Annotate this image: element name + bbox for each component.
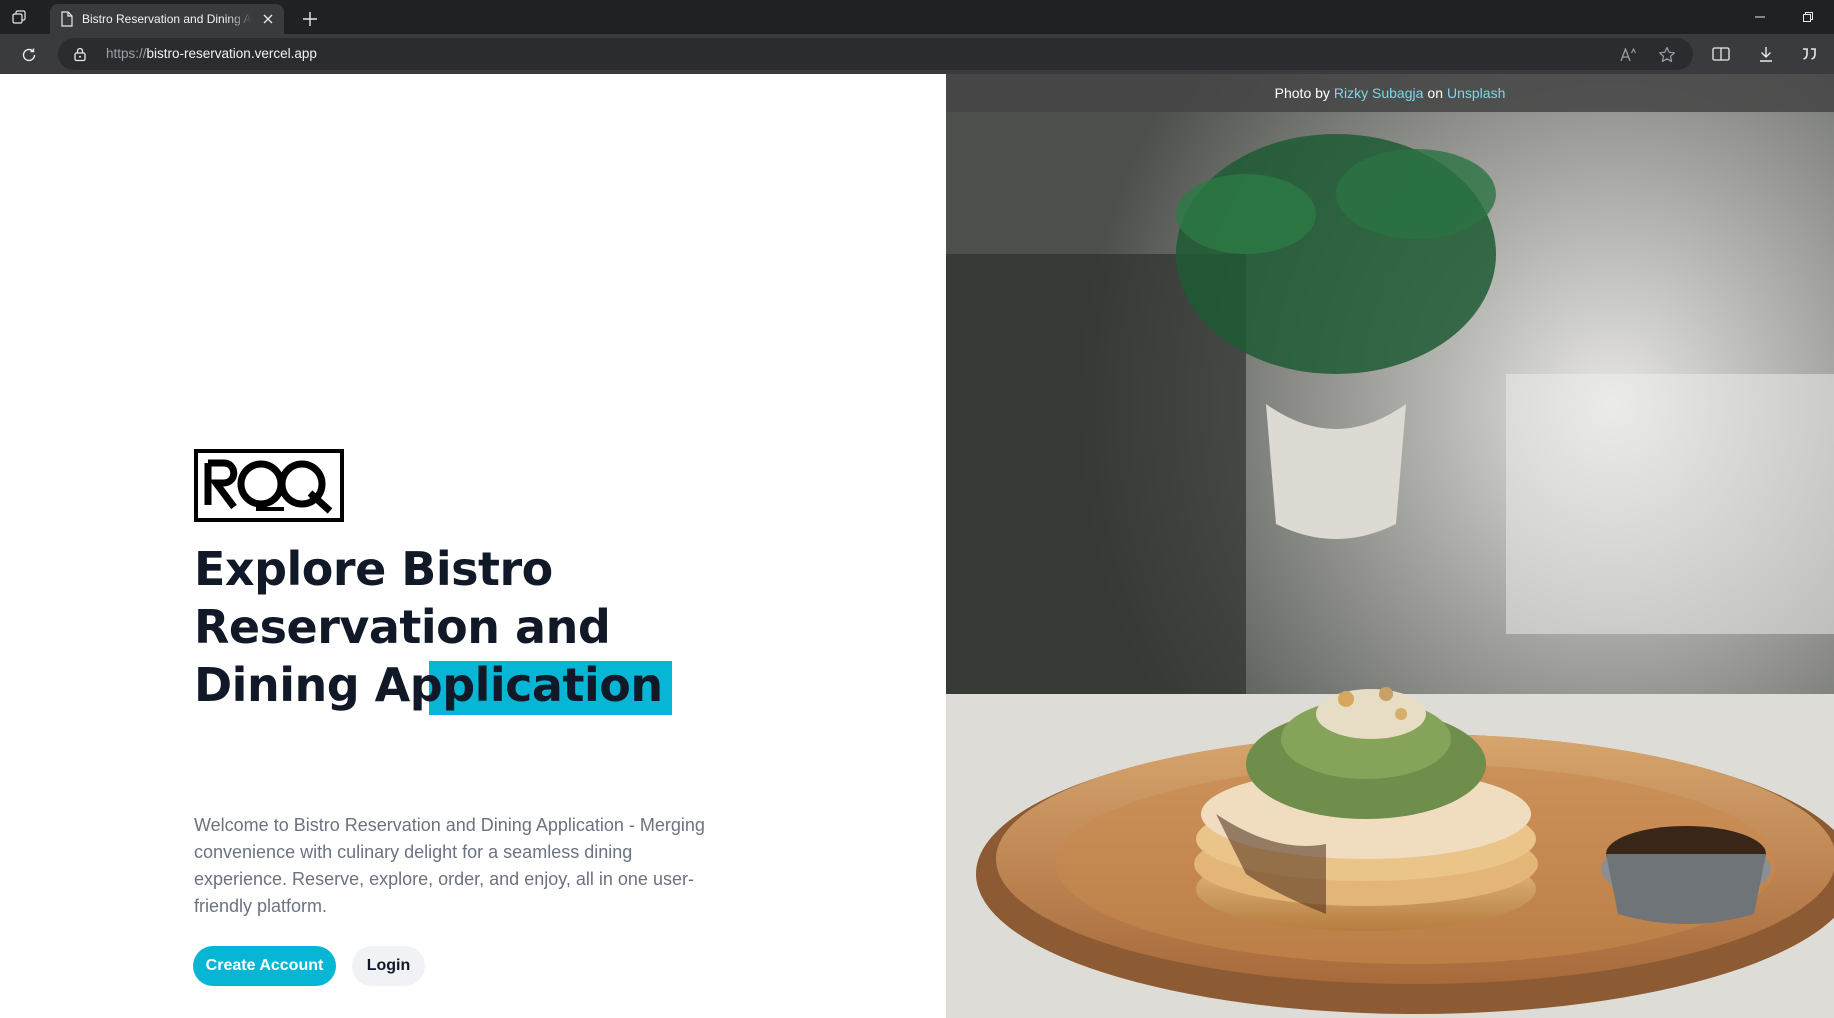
pancake-photo <box>946 74 1834 1018</box>
browser-toolbar: https://bistro-reservation.vercel.app <box>0 34 1834 74</box>
unsplash-link[interactable]: Unsplash <box>1447 85 1505 101</box>
tab-title: Bistro Reservation and Dining Applicatio… <box>82 12 252 26</box>
restore-button[interactable] <box>1786 0 1830 34</box>
reload-button[interactable] <box>16 42 42 68</box>
create-account-button[interactable]: Create Account <box>193 946 336 986</box>
minimize-button[interactable] <box>1738 0 1782 34</box>
extension-button[interactable] <box>1798 43 1820 65</box>
star-icon <box>1659 46 1675 63</box>
headline-highlight-text: pplication <box>409 658 663 712</box>
rcq-logo <box>194 449 344 522</box>
url-text[interactable]: https://bistro-reservation.vercel.app <box>106 46 317 61</box>
tab-close-button[interactable] <box>260 11 276 27</box>
url-host: bistro-reservation.vercel.app <box>146 46 317 61</box>
read-aloud-icon <box>1620 48 1636 62</box>
restore-icon <box>1803 12 1813 22</box>
download-icon <box>1760 47 1772 62</box>
address-bar[interactable]: https://bistro-reservation.vercel.app <box>58 38 1693 70</box>
hero-headline: Explore Bistro Reservation and Dining Ap… <box>194 540 754 715</box>
split-screen-button[interactable] <box>1710 43 1732 65</box>
hero-description: Welcome to Bistro Reservation and Dining… <box>194 815 705 916</box>
url-scheme: https:// <box>106 46 147 61</box>
tab-actions-icon <box>12 10 26 24</box>
browser-tab-bar: Bistro Reservation and Dining Applicatio… <box>0 0 1834 34</box>
favorite-button[interactable] <box>1656 44 1678 66</box>
close-icon <box>263 14 273 24</box>
login-button[interactable]: Login <box>352 946 425 986</box>
minimize-icon <box>1755 16 1765 18</box>
tab-active[interactable]: Bistro Reservation and Dining Applicatio… <box>50 4 284 34</box>
tab-actions-button[interactable] <box>1 0 37 34</box>
page-icon <box>61 11 73 27</box>
photographer-link[interactable]: Rizky Subagja <box>1334 85 1424 101</box>
photo-credit: Photo by Rizky Subagja on Unsplash <box>946 74 1834 112</box>
read-aloud-button[interactable] <box>1618 44 1640 66</box>
headline-highlight: pplication <box>409 656 672 715</box>
credit-middle: on <box>1427 85 1443 101</box>
credit-prefix: Photo by <box>1274 85 1330 101</box>
lock-icon[interactable] <box>72 46 88 62</box>
split-screen-icon <box>1712 47 1730 61</box>
new-tab-button[interactable] <box>298 7 322 31</box>
quote-icon <box>1803 48 1816 60</box>
plus-icon <box>303 12 317 26</box>
hero-photo: Photo by Rizky Subagja on Unsplash <box>946 74 1834 1018</box>
reload-icon <box>22 48 36 62</box>
downloads-button[interactable] <box>1755 43 1777 65</box>
